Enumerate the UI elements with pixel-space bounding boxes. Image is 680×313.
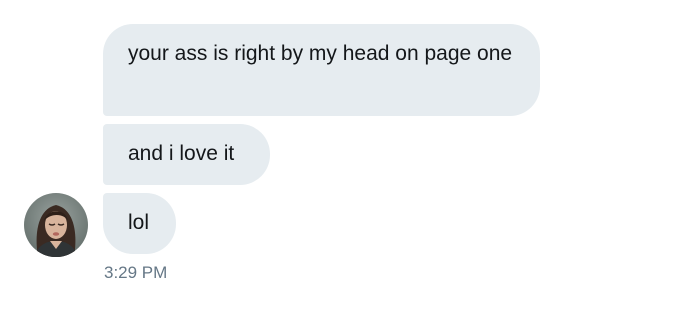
- avatar[interactable]: [24, 193, 88, 257]
- message-thread: your ass is right by my head on page one…: [0, 0, 680, 313]
- message-bubble[interactable]: your ass is right by my head on page one: [103, 24, 540, 116]
- message-text: and i love it: [128, 142, 235, 165]
- message-text: lol: [128, 211, 150, 234]
- message-timestamp: 3:29 PM: [104, 263, 168, 282]
- message-bubble[interactable]: and i love it: [103, 124, 270, 185]
- message-text: your ass is right by my head on page one: [128, 42, 513, 65]
- message-bubble[interactable]: lol: [103, 193, 176, 254]
- profile-photo-avatar-icon: [24, 193, 88, 257]
